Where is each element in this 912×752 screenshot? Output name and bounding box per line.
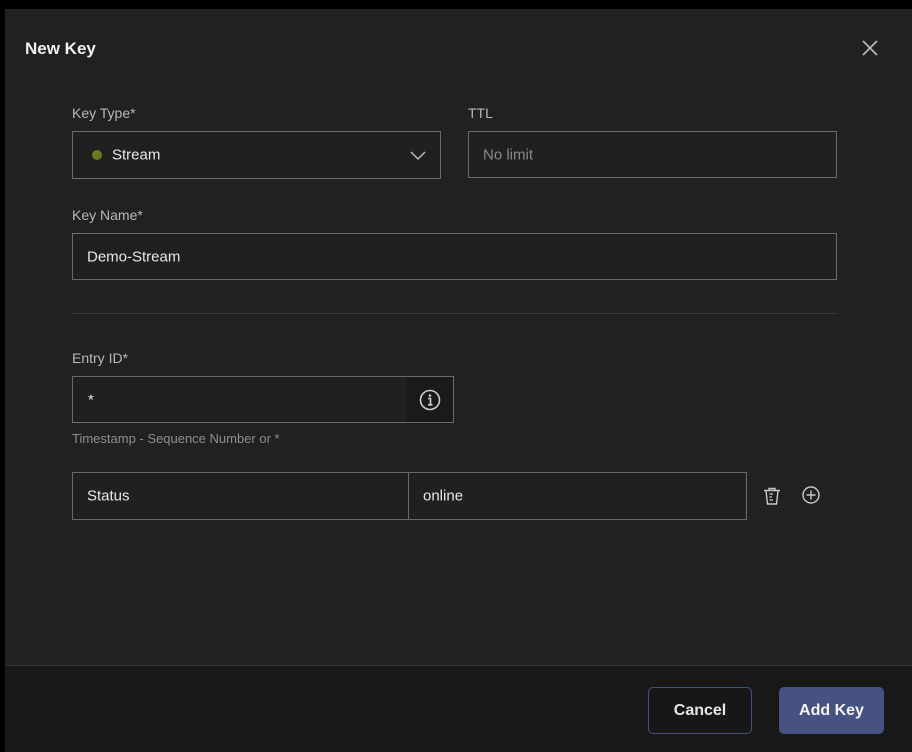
key-name-value: Demo-Stream [87,248,181,265]
entry-id-label: Entry ID* [72,350,129,366]
cancel-button[interactable]: Cancel [648,687,752,734]
close-button[interactable] [860,38,880,58]
ttl-label: TTL [468,105,493,121]
section-divider [72,313,837,314]
key-type-label: Key Type* [72,105,136,121]
stream-type-indicator [92,150,102,160]
field-value-input[interactable]: online [408,472,747,520]
entry-id-info-button[interactable] [407,377,453,422]
field-name-value: Status [87,487,130,505]
entry-id-value: * [88,391,94,408]
delete-field-button[interactable] [761,485,783,507]
key-type-select[interactable]: Stream [72,131,441,179]
new-key-dialog: New Key Key Type* Stream TTL No limit Ke… [5,9,912,752]
field-value-value: online [423,487,464,505]
add-key-button[interactable]: Add Key [779,687,884,734]
field-name-input[interactable]: Status [72,472,409,520]
plus-circle-icon [802,486,820,504]
entry-id-hint: Timestamp - Sequence Number or * [72,431,280,446]
info-icon [419,389,441,410]
ttl-input[interactable]: No limit [468,131,837,178]
key-name-input[interactable]: Demo-Stream [72,233,837,280]
entry-id-input[interactable]: * [72,376,454,423]
chevron-down-icon [410,151,426,161]
close-icon [862,40,878,56]
trash-icon [764,487,780,505]
ttl-placeholder: No limit [483,146,534,163]
dialog-title: New Key [25,39,96,58]
key-type-value: Stream [112,146,161,164]
dialog-footer: Cancel Add Key [5,665,912,752]
key-name-label: Key Name* [72,207,143,223]
add-field-button[interactable] [800,484,822,506]
